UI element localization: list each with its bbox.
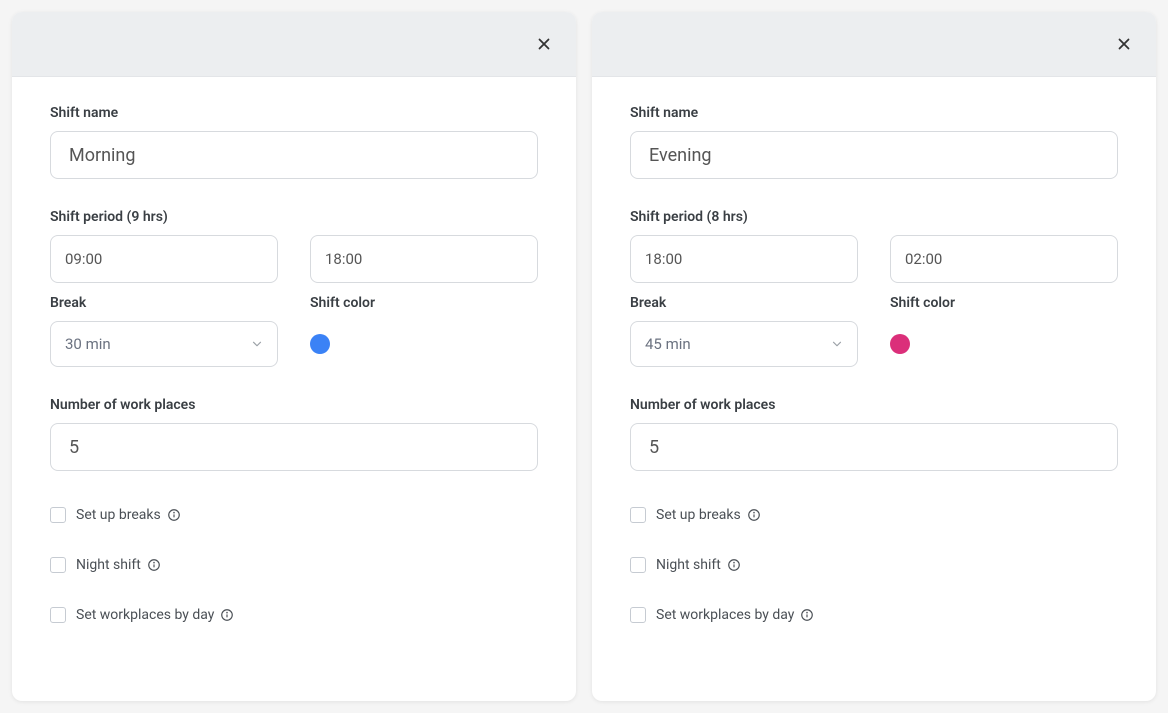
shift-color-swatch[interactable] [890,334,910,354]
break-label: Break [50,295,278,311]
shift-color-label: Shift color [890,295,1118,311]
end-time-input[interactable] [310,235,538,283]
break-select[interactable] [630,321,858,367]
close-button[interactable] [1110,30,1138,58]
break-label: Break [630,295,858,311]
start-time-input[interactable] [630,235,858,283]
close-button[interactable] [530,30,558,58]
night-shift-text: Night shift [76,557,141,573]
set-workplaces-by-day-label[interactable]: Set workplaces by day [656,607,814,623]
num-workplaces-label: Number of work places [50,397,538,413]
close-icon [1115,35,1133,53]
setup-breaks-text: Set up breaks [656,507,741,523]
modal-body: Shift name Shift period (8 hrs) Break Sh… [592,77,1156,701]
info-icon [220,608,234,622]
shift-name-input[interactable] [630,131,1118,179]
shift-period-label: Shift period (8 hrs) [630,209,1118,225]
set-workplaces-by-day-checkbox[interactable] [50,607,66,623]
night-shift-checkbox[interactable] [50,557,66,573]
shift-modal: Shift name Shift period (8 hrs) Break Sh… [592,12,1156,701]
setup-breaks-checkbox[interactable] [630,507,646,523]
setup-breaks-label[interactable]: Set up breaks [76,507,181,523]
shift-color-swatch[interactable] [310,334,330,354]
info-icon [747,508,761,522]
break-select[interactable] [50,321,278,367]
night-shift-label[interactable]: Night shift [76,557,161,573]
shift-name-input[interactable] [50,131,538,179]
shift-name-label: Shift name [630,105,1118,121]
info-icon [147,558,161,572]
info-icon [167,508,181,522]
num-workplaces-label: Number of work places [630,397,1118,413]
setup-breaks-checkbox[interactable] [50,507,66,523]
set-workplaces-by-day-checkbox[interactable] [630,607,646,623]
modal-body: Shift name Shift period (9 hrs) Break Sh… [12,77,576,701]
info-icon [727,558,741,572]
info-icon [800,608,814,622]
num-workplaces-input[interactable] [50,423,538,471]
shift-modal: Shift name Shift period (9 hrs) Break Sh… [12,12,576,701]
num-workplaces-input[interactable] [630,423,1118,471]
night-shift-checkbox[interactable] [630,557,646,573]
set-workplaces-by-day-text: Set workplaces by day [76,607,214,623]
shift-name-label: Shift name [50,105,538,121]
shift-color-label: Shift color [310,295,538,311]
modal-header [592,12,1156,77]
shift-period-label: Shift period (9 hrs) [50,209,538,225]
set-workplaces-by-day-label[interactable]: Set workplaces by day [76,607,234,623]
night-shift-text: Night shift [656,557,721,573]
setup-breaks-text: Set up breaks [76,507,161,523]
setup-breaks-label[interactable]: Set up breaks [656,507,761,523]
set-workplaces-by-day-text: Set workplaces by day [656,607,794,623]
close-icon [535,35,553,53]
modal-header [12,12,576,77]
start-time-input[interactable] [50,235,278,283]
night-shift-label[interactable]: Night shift [656,557,741,573]
end-time-input[interactable] [890,235,1118,283]
